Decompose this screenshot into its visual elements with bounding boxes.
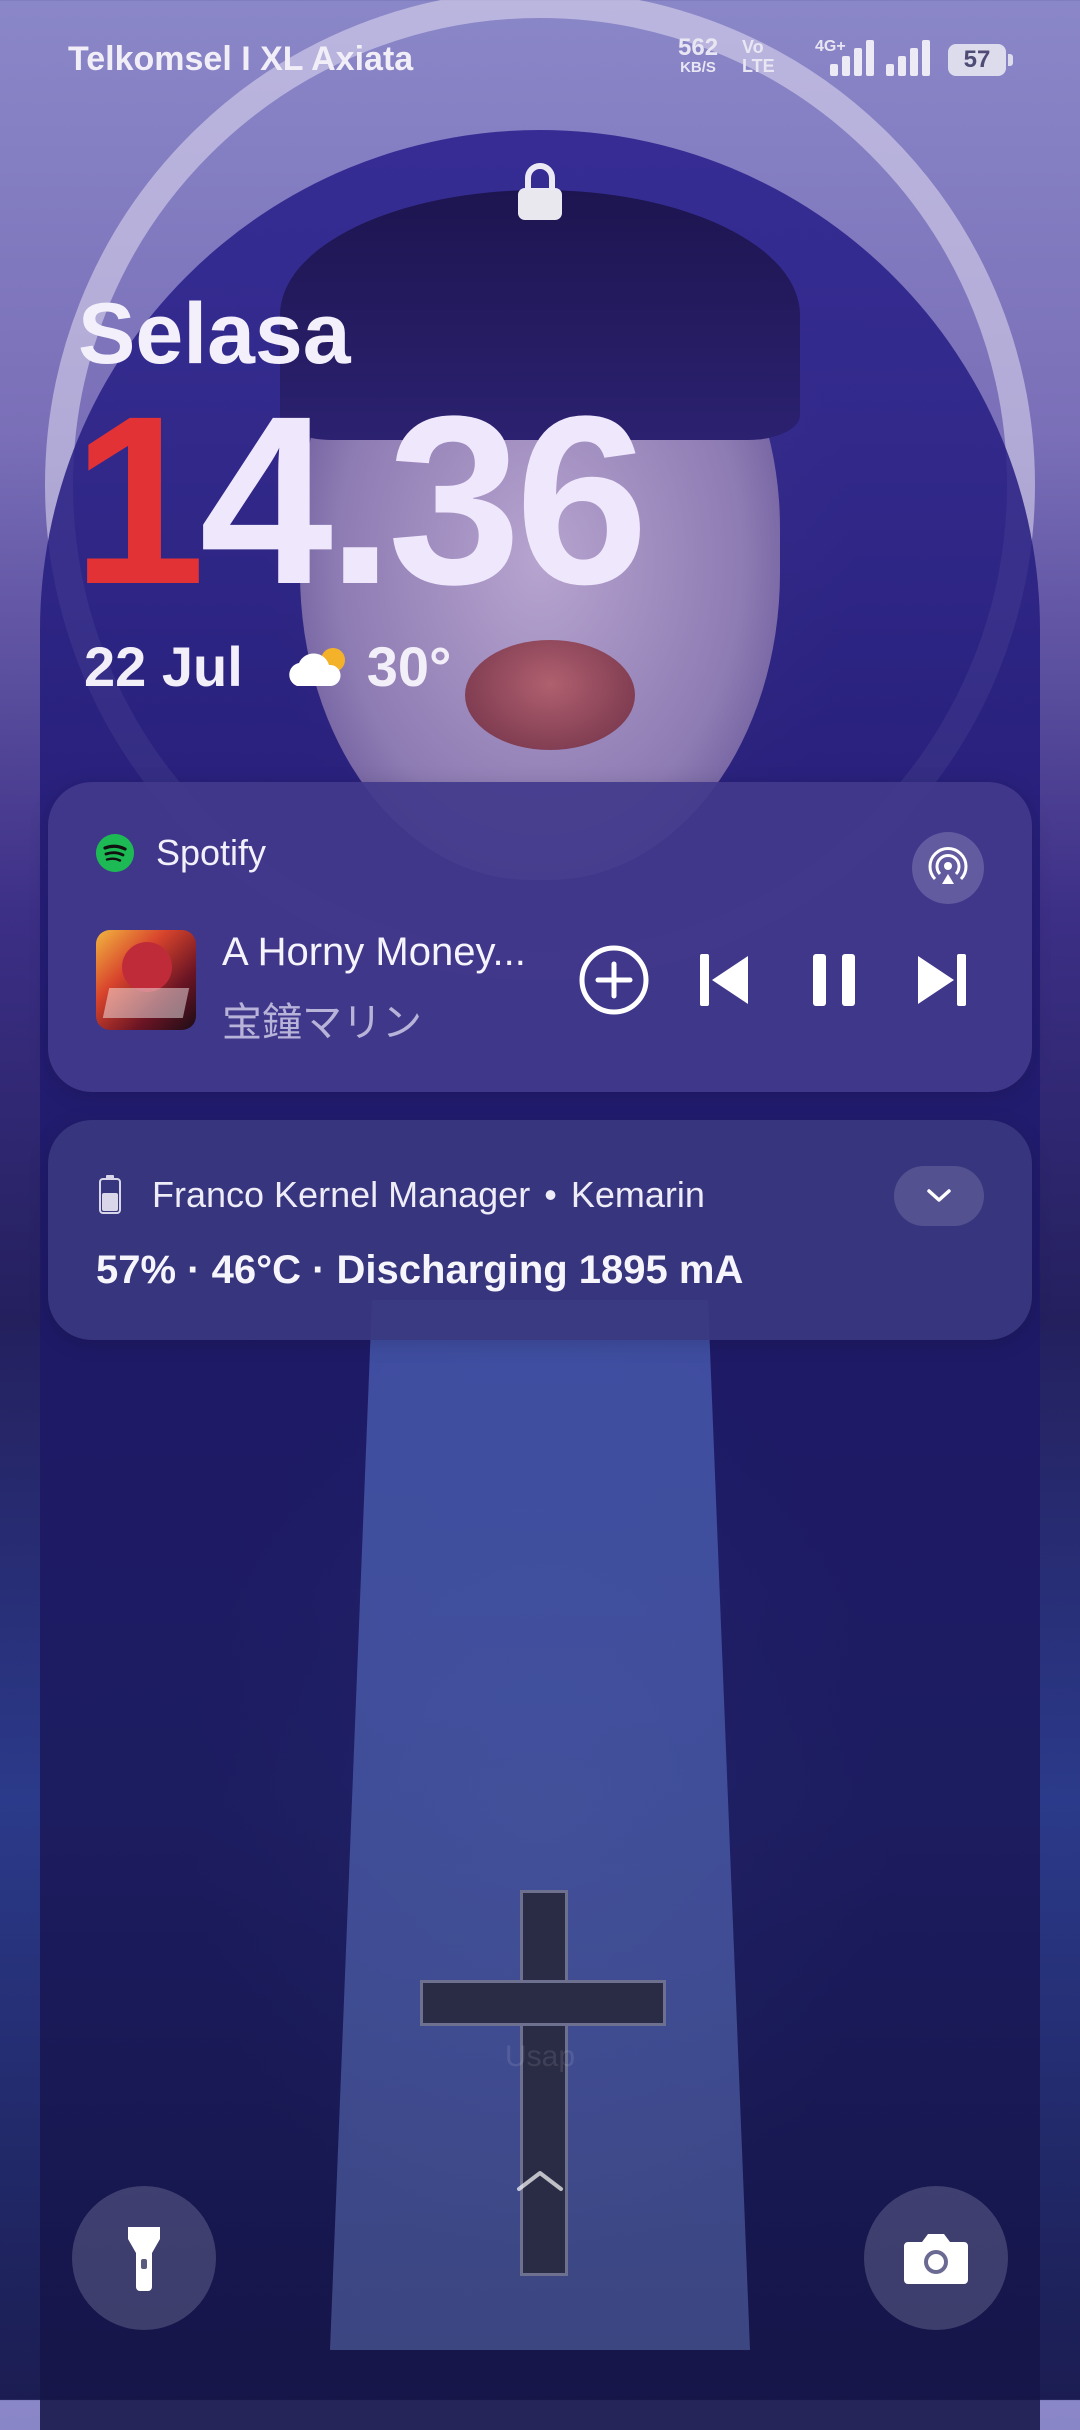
track-title: A Horny Money... xyxy=(222,930,526,974)
weather[interactable]: 30° xyxy=(283,634,452,699)
camera-button[interactable] xyxy=(864,2186,1008,2330)
temperature: 30° xyxy=(366,635,452,698)
partly-cloudy-icon xyxy=(289,647,345,686)
lockscreen-clock: 14.36 xyxy=(72,380,649,620)
previous-track-button[interactable] xyxy=(686,942,762,1018)
network-speed-unit: KB/S xyxy=(680,59,716,76)
battery-level: 57 xyxy=(963,46,991,73)
notification-separator: • xyxy=(544,1174,557,1215)
volte-indicator: Vo LTE xyxy=(742,38,775,76)
clock-hour-first-digit: 1 xyxy=(72,366,206,634)
unlock-hint: Usap xyxy=(504,2040,576,2073)
lock-icon xyxy=(518,163,562,220)
add-to-library-button[interactable] xyxy=(576,942,652,1018)
media-app-header: Spotify xyxy=(96,832,266,874)
cast-device-icon xyxy=(928,847,968,884)
skip-next-icon xyxy=(918,954,966,1006)
date-weather-row: 22 Jul 30° xyxy=(84,634,451,699)
chevron-up-icon[interactable] xyxy=(515,2165,565,2195)
signal-icon-sim2 xyxy=(886,38,930,76)
battery-app-icon xyxy=(99,1175,121,1214)
wallpaper-cross xyxy=(520,1890,568,2276)
flashlight-button[interactable] xyxy=(72,2186,216,2330)
wallpaper-lips xyxy=(465,640,635,750)
track-artist: 宝鐘マリン xyxy=(222,1001,422,1045)
add-circle-icon xyxy=(579,945,649,1015)
notification-app-name: Franco Kernel Manager xyxy=(152,1174,531,1215)
spotify-icon xyxy=(96,834,134,872)
notification-time: Kemarin xyxy=(570,1174,705,1215)
wallpaper-cross-bar xyxy=(420,1980,666,2026)
network-speed-value: 562 xyxy=(678,34,719,61)
volte-top: Vo xyxy=(742,37,764,57)
volte-bottom: LTE xyxy=(742,56,775,76)
notification-header: Franco Kernel Manager • Kemarin xyxy=(98,1174,705,1216)
camera-icon xyxy=(904,2234,968,2284)
carrier-name: Telkomsel I XL Axiata xyxy=(68,40,414,78)
signal-icon xyxy=(830,38,874,76)
chevron-down-icon xyxy=(927,1189,951,1202)
lockscreen-date: 22 Jul xyxy=(84,635,243,698)
next-track-button[interactable] xyxy=(904,942,980,1018)
expand-notification-button[interactable] xyxy=(894,1166,984,1226)
notification-card[interactable]: Franco Kernel Manager • Kemarin 57% · 46… xyxy=(48,1120,1032,1340)
notification-body: 57% · 46°C · Discharging 1895 mA xyxy=(96,1248,744,1292)
cast-button[interactable] xyxy=(912,832,984,904)
network-speed: 562 KB/S xyxy=(678,36,718,78)
battery-icon: 57 xyxy=(948,44,1013,76)
skip-previous-icon xyxy=(700,954,748,1006)
status-bar: Telkomsel I XL Axiata 562 KB/S Vo LTE 4G… xyxy=(0,0,1080,120)
album-art[interactable] xyxy=(96,930,196,1030)
media-app-name: Spotify xyxy=(156,832,267,873)
clock-rest: 4.36 xyxy=(199,366,648,634)
pause-icon xyxy=(813,954,855,1006)
pause-button[interactable] xyxy=(796,942,872,1018)
media-player-card[interactable]: Spotify A Horny Money... 宝鐘マリン xyxy=(48,782,1032,1092)
flashlight-icon xyxy=(128,2227,160,2291)
